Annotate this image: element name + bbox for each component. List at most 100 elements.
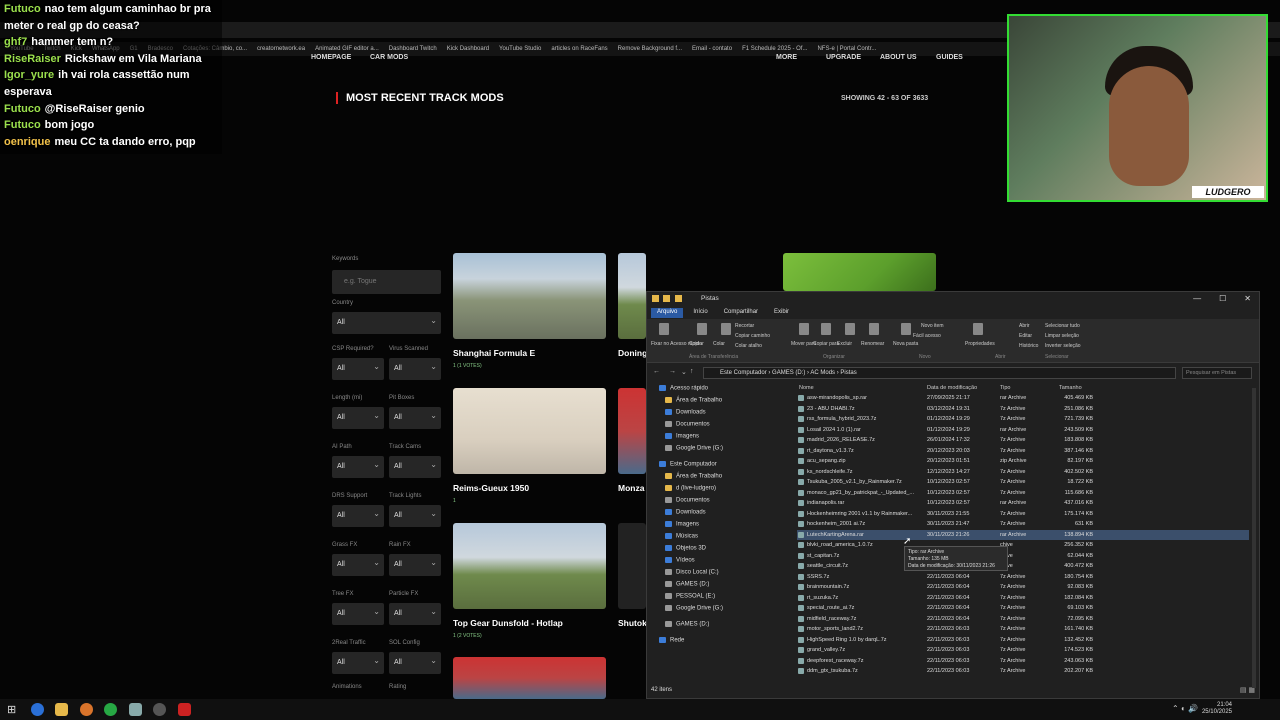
file-row[interactable]: Hockenheimring 2001 v1.1 by Rainmaker...… [797,509,1249,519]
whatsapp-icon[interactable] [104,703,117,716]
close-icon[interactable]: ✕ [1244,294,1251,303]
filter-select[interactable]: All [389,456,441,478]
file-row[interactable]: deepforest_raceway.7z 22/11/2023 06:03 7z … [797,656,1249,666]
filter-select[interactable]: All [332,505,384,527]
filter-select[interactable]: All [389,505,441,527]
column-name[interactable]: Nome [799,385,814,391]
nav-item[interactable]: Disco Local (C:) [665,569,719,576]
file-row[interactable]: madrid_2026_RELEASE.7z 26/01/2024 17:32 7z… [797,435,1249,445]
firefox-icon[interactable] [80,703,93,716]
nav-homepage[interactable]: HOMEPAGE [311,54,351,61]
ribbon-button[interactable]: Colar atalho [735,343,762,349]
ribbon-button[interactable]: Novo item [921,323,944,329]
vertical-scrollbar[interactable] [1252,388,1256,688]
nav-car-mods[interactable]: CAR MODS [370,54,408,61]
file-row[interactable]: indianapolis.rar 10/12/2023 02:57 rar Arch… [797,498,1249,508]
nav-item[interactable]: GAMES (D:) [665,581,709,588]
filter-select[interactable]: All [332,358,384,380]
ribbon-button[interactable]: Copiar caminho [735,333,770,339]
new-folder-icon[interactable] [675,295,682,302]
file-row[interactable]: 23 - ABU DHABI.7z 03/12/2024 19:31 7z Arch… [797,404,1249,414]
quick-access-icon[interactable] [663,295,670,302]
maximize-icon[interactable]: ☐ [1219,294,1226,303]
ribbon-button[interactable]: Excluir [837,341,852,347]
nav-item[interactable]: Rede [659,637,684,644]
app-icon[interactable] [129,703,142,716]
nav-item[interactable]: Vídeos [665,557,695,564]
ribbon-button-icon[interactable] [821,323,831,335]
filter-select[interactable]: All [332,652,384,674]
address-bar[interactable]: Este Computador › GAMES (D:) › AC Mods ›… [703,367,1176,379]
nav-item[interactable]: Objetos 3D [665,545,706,552]
nav-item[interactable]: Downloads [665,409,706,416]
edge-icon[interactable] [31,703,44,716]
file-row[interactable]: asw-mirandopolis_sp.rar 27/09/2025 21:17 r… [797,393,1249,403]
ribbon-button-icon[interactable] [973,323,983,335]
track-card-title[interactable]: Top Gear Dunsfold - Hotlap [453,618,563,628]
nav-item[interactable]: PESSOAL (E:) [665,593,715,600]
file-row[interactable]: st_capitan.7zchive62.044 KB [797,551,1249,561]
track-card-image[interactable] [618,388,646,474]
filter-select[interactable]: All [332,554,384,576]
ribbon-button[interactable]: Editar [1019,333,1032,339]
filter-select[interactable]: All [389,358,441,380]
file-row[interactable]: acu_sepang.zip 20/12/2023 01:51 zip Archiv… [797,456,1249,466]
nav-item[interactable]: Músicas [665,533,698,540]
nav-item[interactable]: Documentos [665,421,710,428]
ribbon-button-icon[interactable] [845,323,855,335]
nav-item[interactable]: Área de Trabalho [665,397,722,404]
minimize-icon[interactable]: — [1193,294,1201,303]
forward-icon[interactable]: → [669,368,676,375]
ribbon-tab[interactable]: Arquivo [651,308,684,318]
filter-select[interactable]: All [389,652,441,674]
system-tray[interactable]: ⌃ ◐ 🔊 [1172,704,1198,713]
filter-select[interactable]: All [389,554,441,576]
track-card-image[interactable] [618,523,646,609]
track-card-title[interactable]: Shanghai Formula E [453,348,535,358]
file-row[interactable]: Tsukuba_2005_v2.1_by_Rainmaker.7z 10/12/2… [797,477,1249,487]
file-row[interactable]: seattle_circuit.7zchive400.472 KB [797,561,1249,571]
file-row[interactable]: HighSpeed Ring 1.0 by darqL.7z 22/11/2023… [797,635,1249,645]
ribbon-button[interactable]: Copiar [689,341,704,347]
ribbon-button[interactable]: Fácil acesso [913,333,941,339]
explorer-titlebar[interactable]: Pistas — ☐ ✕ [647,292,1259,306]
nav-item[interactable]: Google Drive (G:) [665,605,723,612]
ribbon-button-icon[interactable] [901,323,911,335]
track-card-image[interactable] [453,388,606,474]
ribbon-button[interactable]: Abrir [1019,323,1030,329]
keywords-input[interactable]: e.g. Togue [332,270,441,294]
track-card-title[interactable]: Reims-Gueux 1950 [453,483,529,493]
ribbon-button-icon[interactable] [869,323,879,335]
filter-select[interactable]: All [332,312,441,334]
ribbon-button-icon[interactable] [799,323,809,335]
ribbon-button[interactable]: Limpar seleção [1045,333,1079,339]
file-row[interactable]: LutechKartingArena.rar 30/11/2023 21:26 ra… [797,529,1249,540]
nav-item[interactable]: Imagens [665,521,699,528]
filter-select[interactable]: All [332,603,384,625]
track-card-title[interactable]: Doning [618,348,647,358]
track-card-image[interactable] [453,253,606,339]
filter-select[interactable]: All [389,603,441,625]
file-row[interactable]: blvki_road_america_1.0.7z chive 256.352 KB [797,540,1249,550]
nav-item[interactable]: d (live-ludgero) [665,485,716,492]
nav-guides[interactable]: GUIDES [936,54,963,61]
clock[interactable]: 21:04 25/10/2025 [1202,702,1232,716]
ribbon-button[interactable]: Renomear [861,341,884,347]
windows-start-icon[interactable]: ⊞ [7,703,20,716]
nav-item[interactable]: Documentos [665,497,710,504]
ribbon-button[interactable]: Propriedades [965,341,995,347]
file-row[interactable]: rss_formula_hybrid_2023.7z 01/12/2024 19:… [797,414,1249,424]
ribbon-button[interactable]: Copiar para [813,341,839,347]
nav-item[interactable]: Imagens [665,433,699,440]
ribbon-tab[interactable]: Início [687,308,713,318]
file-row[interactable]: midfield_raceway.7z 22/11/2023 06:04 7z Ar… [797,614,1249,624]
column-date[interactable]: Data de modificação [927,385,977,391]
back-icon[interactable]: ← [653,368,660,375]
nav-item[interactable]: Área de Trabalho [665,473,722,480]
ribbon-button[interactable]: Colar [713,341,725,347]
track-card-image[interactable] [453,657,606,699]
file-row[interactable]: grand_valley.7z 22/11/2023 06:03 7z Archiv… [797,645,1249,655]
ribbon-button[interactable]: Inverter seleção [1045,343,1081,349]
ribbon-button[interactable]: Nova pasta [893,341,918,347]
file-row[interactable]: special_route_ai.7z 22/11/2023 06:04 7z Ar… [797,603,1249,613]
